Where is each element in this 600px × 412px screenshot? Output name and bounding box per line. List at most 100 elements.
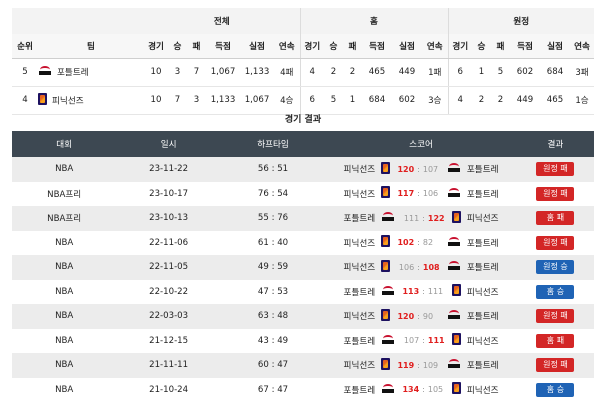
result-row: NBA 22-11-06 61 : 40 피닉선즈 102:82 포틀트레 원정 패 — [12, 230, 594, 255]
score: 피닉선즈 119:109 포틀트레 — [325, 353, 517, 378]
standings-col-header: 승 — [324, 34, 343, 59]
standings-cell: 5 — [491, 58, 510, 87]
away-score: 109 — [422, 360, 439, 370]
home-team[interactable]: 피닉선즈 — [325, 163, 376, 175]
standings-col-header: 승 — [472, 34, 491, 59]
away-team[interactable]: 포틀트레 — [467, 310, 517, 322]
standings-cell: 4패 — [274, 58, 300, 87]
standings-cell: 1 — [472, 58, 491, 87]
standings-col-header: 팀 — [38, 34, 144, 59]
home-team[interactable]: 포틀트레 — [325, 335, 376, 347]
home-team[interactable]: 피닉선즈 — [325, 188, 376, 200]
away-score: 106 — [422, 189, 439, 199]
result-row: NBA 22-11-05 49 : 59 피닉선즈 106:108 포틀트레 원정 승 — [12, 255, 594, 280]
results-col-header: 하프타임 — [220, 131, 326, 157]
group-total-header: 전체 — [144, 8, 300, 34]
result-row: NBA 23-11-22 56 : 51 피닉선즈 120:107 포틀트레 원정 패 — [12, 157, 594, 182]
result: 원정 패 — [516, 304, 594, 329]
home-team[interactable]: 피닉선즈 — [325, 261, 376, 273]
game-date: 21-11-11 — [116, 353, 221, 378]
portland-logo-icon — [447, 236, 461, 247]
standings-col-header: 패 — [187, 34, 206, 59]
away-score: 108 — [422, 262, 440, 272]
away-team[interactable]: 포틀트레 — [467, 359, 517, 371]
home-score: 117 — [397, 189, 415, 199]
away-team[interactable]: 피닉선즈 — [467, 286, 517, 298]
standings-col-header: 승 — [168, 34, 187, 59]
portland-logo-icon — [38, 65, 52, 76]
standings-cell: 602 — [510, 58, 540, 87]
score: 피닉선즈 102:82 포틀트레 — [325, 230, 517, 255]
standings-cell: 3패 — [570, 58, 594, 87]
standings-table: 전체 홈 원정 순위 팀 경기 승 패 득점 실점 연속 경기 승 패 득점 실점 연속 경기 승 패 득점 실점 연… — [12, 8, 594, 115]
portland-logo-icon — [381, 211, 395, 222]
away-team[interactable]: 피닉선즈 — [467, 335, 517, 347]
home-team[interactable]: 포틀트레 — [325, 384, 376, 396]
result-badge: 원정 패 — [536, 162, 575, 177]
halftime-score: 43 : 49 — [220, 328, 326, 353]
game-date: 21-12-15 — [116, 328, 221, 353]
home-team[interactable]: 피닉선즈 — [325, 310, 376, 322]
game-date: 23-11-22 — [116, 157, 221, 182]
home-team[interactable]: 포틀트레 — [325, 212, 376, 224]
standings-cell: 3 — [168, 58, 187, 87]
result-badge: 홈 승 — [536, 284, 575, 299]
league: NBA — [12, 157, 117, 182]
halftime-score: 47 : 53 — [220, 279, 326, 304]
game-date: 21-10-24 — [116, 377, 221, 402]
result-badge: 홈 패 — [536, 211, 575, 226]
result-badge: 홈 승 — [536, 382, 575, 397]
away-team[interactable]: 피닉선즈 — [467, 384, 517, 396]
halftime-score: 76 : 54 — [220, 181, 326, 206]
home-team[interactable]: 피닉선즈 — [325, 237, 376, 249]
standings-cell: 10 — [144, 58, 168, 87]
away-team[interactable]: 피닉선즈 — [467, 212, 517, 224]
score: 피닉선즈 120:90 포틀트레 — [325, 304, 517, 329]
result: 원정 승 — [516, 255, 594, 280]
score: 포틀트레 134:105 피닉선즈 — [325, 377, 517, 402]
standings-col-header: 연속 — [570, 34, 594, 59]
standings-col-header: 경기 — [144, 34, 168, 59]
result-badge: 원정 패 — [536, 186, 575, 201]
home-score: 107 — [403, 336, 420, 346]
game-date: 23-10-13 — [116, 206, 221, 231]
result-row: NBA 22-10-22 47 : 53 포틀트레 113:111 피닉선즈 홈 승 — [12, 279, 594, 304]
league: NBA — [12, 377, 117, 402]
standings-cell: 2 — [324, 58, 343, 87]
away-team[interactable]: 포틀트레 — [467, 261, 517, 273]
result: 원정 패 — [516, 181, 594, 206]
phoenix-logo-icon — [38, 92, 47, 105]
result: 홈 승 — [516, 377, 594, 402]
standings-cell: 4 — [299, 58, 324, 87]
away-score: 82 — [422, 238, 434, 248]
results-title: 경기 결과 — [284, 115, 322, 125]
halftime-score: 60 : 47 — [220, 353, 326, 378]
result: 홈 승 — [516, 279, 594, 304]
game-date: 22-10-22 — [116, 279, 221, 304]
standings-col-header: 경기 — [447, 34, 472, 59]
away-score: 111 — [427, 287, 444, 297]
portland-logo-icon — [447, 309, 461, 320]
team-name[interactable]: 포틀트레 — [38, 58, 144, 87]
result-badge: 홈 패 — [536, 333, 575, 348]
standings-col-header: 실점 — [240, 34, 274, 59]
away-team[interactable]: 포틀트레 — [467, 163, 517, 175]
score: 피닉선즈 117:106 포틀트레 — [325, 181, 517, 206]
away-score: 111 — [427, 336, 445, 346]
result: 원정 패 — [516, 157, 594, 182]
league: NBA — [12, 304, 117, 329]
home-score: 106 — [398, 262, 415, 272]
portland-logo-icon — [447, 187, 461, 198]
home-team[interactable]: 피닉선즈 — [325, 359, 376, 371]
away-team[interactable]: 포틀트레 — [467, 188, 517, 200]
result-row: NBA 22-03-03 63 : 48 피닉선즈 120:90 포틀트레 원정 패 — [12, 304, 594, 329]
portland-logo-icon — [447, 358, 461, 369]
away-team[interactable]: 포틀트레 — [467, 237, 517, 249]
result-badge: 원정 패 — [536, 358, 575, 373]
result: 원정 패 — [516, 230, 594, 255]
standings-cell: 1,067 — [206, 58, 240, 87]
rank: 5 — [12, 58, 38, 87]
game-date: 22-11-06 — [116, 230, 221, 255]
standings-col-header: 연속 — [274, 34, 300, 59]
home-team[interactable]: 포틀트레 — [325, 286, 376, 298]
